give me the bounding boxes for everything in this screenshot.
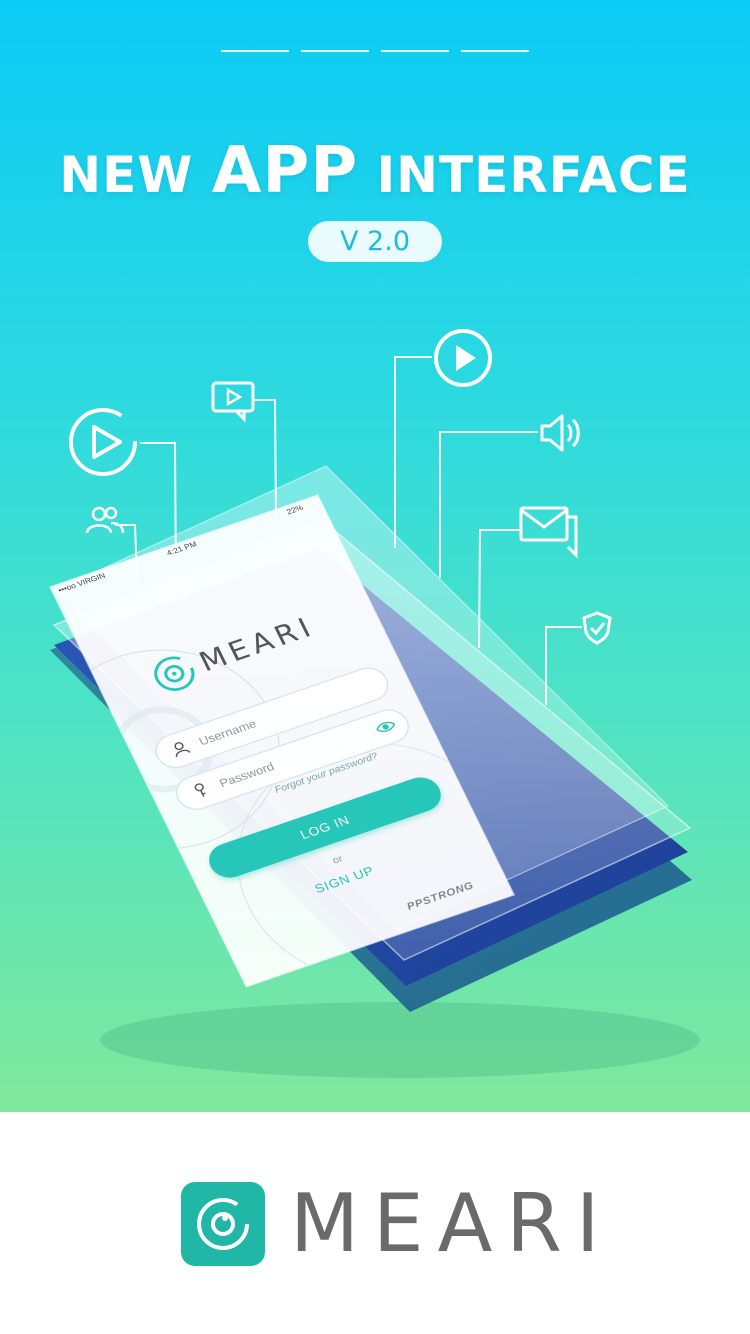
message-icon: [519, 506, 578, 559]
username-placeholder: Username: [196, 717, 259, 749]
eye-icon[interactable]: [373, 718, 398, 736]
footer-wordmark: MEARI: [290, 1177, 614, 1270]
speaker-icon: [540, 414, 580, 452]
key-icon: [194, 783, 206, 797]
hero-banner: NEW APP INTERFACE V 2.0 •••oo VIRGIN 4:2…: [0, 0, 750, 1112]
play-icon: [69, 408, 137, 476]
phone-layers: [50, 465, 700, 1078]
play-icon: [434, 329, 492, 387]
shield-check-icon: [582, 611, 612, 645]
footer-brand: MEARI: [0, 1112, 750, 1334]
user-icon: [174, 742, 191, 758]
video-message-icon: [211, 381, 255, 422]
password-placeholder: Password: [217, 759, 277, 790]
users-icon: [85, 506, 125, 534]
logo-icon: [197, 1198, 249, 1250]
app-icon: [181, 1182, 265, 1266]
